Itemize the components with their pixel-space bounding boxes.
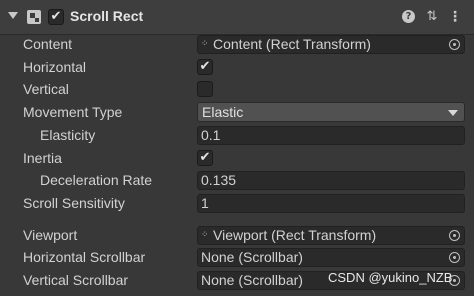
inertia-checkbox[interactable]: ✔: [197, 150, 213, 166]
context-menu-icon[interactable]: ⋮: [447, 9, 463, 25]
rect-transform-icon: ⁘: [201, 230, 209, 240]
object-picker-icon[interactable]: [449, 252, 460, 263]
horizontal-scrollbar-label: Horizontal Scrollbar: [23, 249, 146, 265]
movement-type-value: Elastic: [202, 104, 244, 120]
component-title: Scroll Rect: [70, 8, 144, 24]
scroll-rect-icon: [27, 10, 41, 24]
object-picker-icon[interactable]: [449, 39, 460, 50]
movement-type-dropdown[interactable]: Elastic: [197, 102, 465, 122]
horizontal-checkbox[interactable]: ✔: [197, 59, 213, 75]
vertical-label: Vertical: [23, 81, 69, 97]
content-value: Content (Rect Transform): [213, 36, 371, 52]
horizontal-scrollbar-field[interactable]: None (Scrollbar): [197, 248, 465, 267]
object-picker-icon[interactable]: [449, 230, 460, 241]
content-label: Content: [23, 36, 73, 52]
horizontal-scrollbar-value: None (Scrollbar): [201, 249, 303, 265]
vertical-scrollbar-label: Vertical Scrollbar: [23, 272, 129, 288]
help-icon[interactable]: ?: [402, 10, 415, 23]
viewport-value: Viewport (Rect Transform): [213, 227, 377, 243]
scroll-sensitivity-label: Scroll Sensitivity: [23, 195, 125, 211]
scroll-sensitivity-input[interactable]: 1: [197, 194, 465, 213]
rect-transform-icon: ⁘: [201, 39, 209, 49]
foldout-arrow-icon[interactable]: [8, 12, 18, 19]
dropdown-arrow-icon: [448, 110, 458, 116]
elasticity-label: Elasticity: [40, 127, 96, 143]
deceleration-rate-input[interactable]: 0.135: [197, 171, 465, 190]
viewport-label: Viewport: [23, 227, 78, 243]
component-header: ✔ Scroll Rect ? ⇅ ⋮: [0, 0, 474, 35]
inertia-label: Inertia: [23, 150, 62, 166]
watermark-text: CSDN @yukino_NZB: [328, 270, 453, 285]
scroll-rect-component: ✔ Scroll Rect ? ⇅ ⋮ Content ⁘ Content (Re…: [0, 0, 474, 296]
viewport-object-field[interactable]: ⁘ Viewport (Rect Transform): [197, 226, 465, 245]
presets-icon[interactable]: ⇅: [424, 9, 440, 25]
elasticity-input[interactable]: 0.1: [197, 126, 465, 145]
vertical-scrollbar-value: None (Scrollbar): [201, 272, 303, 288]
component-enabled-checkbox[interactable]: ✔: [48, 9, 64, 25]
horizontal-label: Horizontal: [23, 59, 87, 75]
vertical-checkbox[interactable]: [197, 81, 213, 97]
movement-type-label: Movement Type: [23, 104, 123, 120]
content-object-field[interactable]: ⁘ Content (Rect Transform): [197, 35, 465, 54]
deceleration-rate-label: Deceleration Rate: [40, 172, 153, 188]
